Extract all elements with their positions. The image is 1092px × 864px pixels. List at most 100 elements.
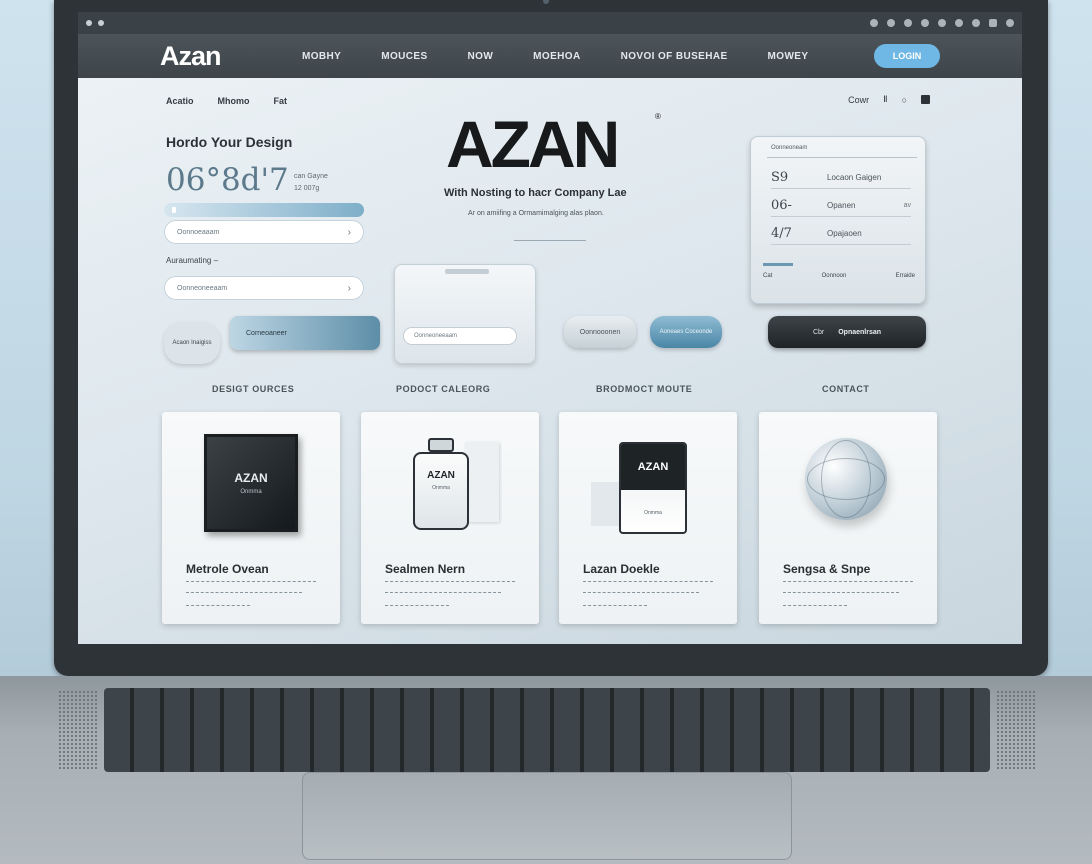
nav-link[interactable]: MOBHY <box>302 51 341 62</box>
dark-button-label: Opnaenlrsan <box>838 328 882 336</box>
nav-link[interactable]: MOWEY <box>768 51 809 62</box>
breadcrumb-item[interactable]: Fat <box>274 96 288 106</box>
product-package-sub: Onmma <box>644 510 662 516</box>
footer-tab[interactable]: Cat <box>763 273 772 279</box>
circle-icon[interactable] <box>887 19 895 27</box>
product-card[interactable]: Sengsa & Snpe <box>759 412 937 624</box>
breadcrumb-item[interactable]: Mhomo <box>218 96 250 106</box>
product-name: Sengsa & Snpe <box>783 562 871 576</box>
chevron-right-icon: › <box>347 226 351 238</box>
product-desc-line <box>186 605 250 606</box>
stat-extra: av <box>903 202 911 209</box>
square-icon[interactable] <box>921 95 930 104</box>
product-bottle-image: AZAN Onmma <box>413 438 469 530</box>
circle-icon[interactable] <box>955 19 963 27</box>
stat-label: Locaon Gaigen <box>827 173 882 182</box>
slider[interactable] <box>164 203 364 217</box>
circle-icon[interactable] <box>921 19 929 27</box>
time-note-line: 12 007g <box>294 185 320 192</box>
product-name: Metrole Ovean <box>186 562 269 576</box>
section-label-text: Auraumating <box>166 256 212 265</box>
logo[interactable]: Azan <box>160 41 302 72</box>
divider <box>514 240 586 241</box>
square-icon[interactable] <box>989 19 997 27</box>
breadcrumb: Acatio Mhomo Fat <box>166 96 287 106</box>
dark-button-left: Cbr <box>812 328 825 336</box>
registered-mark: ® <box>655 112 661 121</box>
globe-parallel <box>807 458 885 500</box>
gradient-button[interactable]: Corneoaneer <box>230 316 380 350</box>
stats-row: S9 Locaon Gaigen <box>771 167 911 189</box>
time-note-line: can Gayne <box>294 173 328 180</box>
trackpad[interactable] <box>302 772 792 860</box>
section-title[interactable]: DESIGT OURCES <box>212 384 294 394</box>
footer-tab[interactable]: Erraide <box>896 273 915 279</box>
product-card[interactable]: AZAN Onmma Lazan Doekle <box>559 412 737 624</box>
product-bottle-sub: Onmma <box>432 485 450 491</box>
dash-icon: – <box>213 256 219 265</box>
input-card: Oonneoneeaam <box>394 264 536 364</box>
product-desc-line <box>385 605 449 606</box>
grey-pill-button[interactable]: Oonnooonen <box>564 316 636 348</box>
circle-icon[interactable] <box>1006 19 1014 27</box>
section-label: Auraumating – <box>166 256 218 265</box>
product-desc-line <box>583 581 713 582</box>
product-desc-line <box>583 592 699 593</box>
circle-icon[interactable] <box>972 19 980 27</box>
globe-image <box>805 438 887 520</box>
product-desc-line <box>385 592 501 593</box>
nav-link[interactable]: MOEHOA <box>533 51 580 62</box>
product-card[interactable]: AZAN Onmma Metrole Ovean <box>162 412 340 624</box>
time-note: can Gayne 12 007g <box>294 171 328 195</box>
circle-icon[interactable]: ○ <box>902 95 907 105</box>
circle-icon[interactable] <box>870 19 878 27</box>
keyboard[interactable] <box>104 688 990 772</box>
product-desc-line <box>783 605 847 606</box>
select-input[interactable]: Oonnoeaaam › <box>164 220 364 244</box>
login-button[interactable]: LOGIN <box>874 44 940 68</box>
circle-icon[interactable] <box>904 19 912 27</box>
section-title[interactable]: CONTACT <box>822 384 870 394</box>
product-desc-line <box>385 581 515 582</box>
stat-value: 4/7 <box>771 226 792 241</box>
product-desc-line <box>783 592 899 593</box>
blue-pill-button[interactable]: Aoneaes Coceonde <box>650 316 722 348</box>
stats-row: 06- Opanen av <box>771 195 911 217</box>
product-desc-line <box>783 581 913 582</box>
time-readout: 06°8d'7 <box>166 162 289 198</box>
window-dot[interactable] <box>98 20 104 26</box>
stats-footer: Cat Oonnoon Erraide <box>763 273 915 279</box>
stat-value: S9 <box>771 170 789 185</box>
product-box-title: AZAN <box>234 471 268 485</box>
card-input[interactable]: Oonneoneeaam <box>403 327 517 345</box>
window-dot[interactable] <box>86 20 92 26</box>
footer-tab[interactable]: Oonnoon <box>822 273 847 279</box>
divider <box>767 157 917 158</box>
breadcrumb-item[interactable]: Acatio <box>166 96 194 106</box>
round-button[interactable]: Acaon Inaigiss <box>164 322 220 364</box>
select-value: Oonneoneeaam <box>177 284 228 292</box>
product-card[interactable]: AZAN Onmma Sealmen Nern <box>361 412 539 624</box>
utility-label[interactable]: Cowr <box>848 95 869 105</box>
nav-link[interactable]: NOW <box>468 51 494 62</box>
section-title[interactable]: PODOCT CALEORG <box>396 384 490 394</box>
product-package-image: AZAN Onmma <box>619 442 687 534</box>
product-box-sub: Onmma <box>240 489 262 495</box>
stat-label: Opanen <box>827 201 856 210</box>
speaker-grille <box>58 690 98 770</box>
progress-indicator <box>763 263 793 266</box>
nav-link[interactable]: MOUCES <box>381 51 427 62</box>
speaker-grille <box>996 690 1036 770</box>
slider-knob[interactable] <box>172 207 176 213</box>
chevron-right-icon: › <box>347 282 351 294</box>
select-input[interactable]: Oonneoneeaam › <box>164 276 364 300</box>
bookmark-icon[interactable]: Ⅱ <box>883 94 887 105</box>
dark-button[interactable]: Cbr Opnaenlrsan <box>768 316 926 348</box>
circle-icon[interactable] <box>938 19 946 27</box>
product-package-title: AZAN <box>621 444 685 490</box>
brand-title: AZAN <box>446 107 620 181</box>
section-title[interactable]: BRODMOCT MOUTE <box>596 384 692 394</box>
stat-label: Opajaoen <box>827 229 862 238</box>
product-box-image: AZAN Onmma <box>204 434 298 532</box>
nav-link[interactable]: NOVOI OF BUSEHAE <box>621 51 728 62</box>
